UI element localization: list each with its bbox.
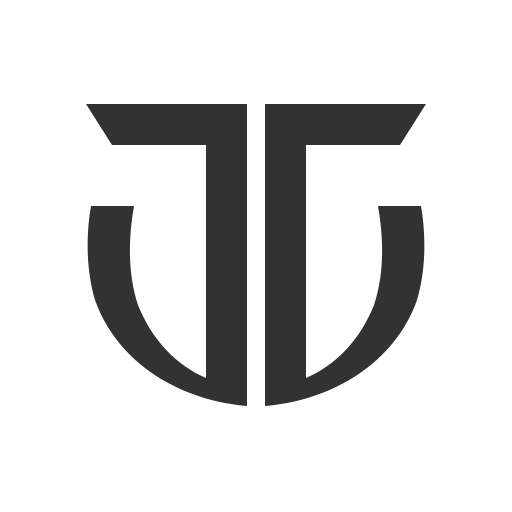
- monogram-logo-icon: [86, 104, 426, 406]
- logo-right-half: [265, 104, 426, 406]
- logo-canvas: [0, 0, 512, 512]
- logo-left-half: [86, 104, 247, 406]
